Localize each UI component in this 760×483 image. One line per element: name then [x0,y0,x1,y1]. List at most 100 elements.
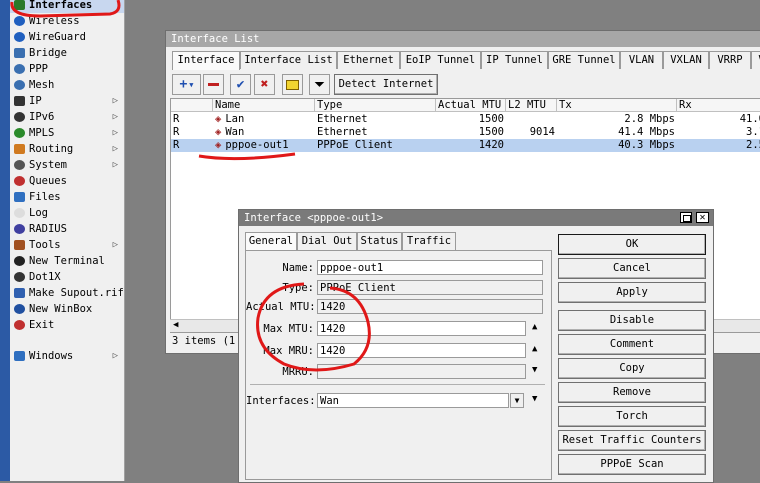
comment-button[interactable] [282,74,303,95]
menu-item-make-supout-rif[interactable]: Make Supout.rif [10,285,124,301]
menu-item-log[interactable]: Log [10,205,124,221]
menu-item-exit[interactable]: Exit [10,317,124,333]
submenu-arrow-icon: ▷ [112,128,118,138]
column-header[interactable]: Name [213,99,315,112]
menu-item-windows[interactable]: Windows ▷ [10,348,124,364]
cancel-button[interactable]: Cancel [558,258,706,279]
row-name-cell: ◈ Wan [213,126,315,139]
menu-item-label: Queues [29,175,67,187]
dialog-tab-status[interactable]: Status [357,232,402,250]
name-field[interactable]: pppoe-out1 [317,260,543,275]
menu-item-new-terminal[interactable]: New Terminal [10,253,124,269]
system-icon [14,160,25,170]
menu-item-label: System [29,159,67,171]
menu-item-label: Routing [29,143,74,155]
disable-button[interactable]: ✖ [254,74,275,95]
menu-item-label: Dot1X [29,271,61,283]
copy-button[interactable]: Copy [558,358,706,379]
row-rx: 3.1 [746,126,760,138]
dialog-tab-general[interactable]: General [245,232,297,251]
submenu-arrow-icon: ▷ [112,160,118,170]
column-header[interactable]: Tx [557,99,677,112]
menu-item-routing[interactable]: Routing ▷ [10,141,124,157]
add-button[interactable]: + ▼ [172,74,201,95]
menu-item-wireguard[interactable]: WireGuard [10,29,124,45]
menu-item-new-winbox[interactable]: New WinBox [10,301,124,317]
remove-button[interactable] [203,74,224,95]
interfaces-dropdown-button[interactable]: ▼ [510,393,524,408]
tab-eoip-tunnel[interactable]: EoIP Tunnel [400,51,481,69]
filter-button[interactable]: ⏷ [309,74,330,95]
annotation-underline-row [198,152,296,161]
menu-item-mpls[interactable]: MPLS ▷ [10,125,124,141]
cross-icon: ✖ [260,77,269,92]
column-header[interactable]: L2 MTU [506,99,557,112]
tab-ip-tunnel[interactable]: IP Tunnel [481,51,548,69]
apply-button[interactable]: Apply [558,282,706,303]
submenu-arrow-icon: ▷ [112,112,118,122]
table-row[interactable]: R◈LanEthernet15002.8 Mbps41.0 [171,113,760,126]
dialog-tab-traffic[interactable]: Traffic [402,232,456,250]
row-actual-mtu: 1500 [478,113,504,125]
row-name-cell: ◈ Lan [213,113,315,126]
mrru-expand-icon[interactable]: ▼ [532,365,537,375]
enable-button[interactable]: ✔ [230,74,251,95]
menu-item-files[interactable]: Files [10,189,124,205]
max-mru-collapse-icon[interactable]: ▲ [532,344,537,354]
row-type: Ethernet [317,113,368,125]
menu-item-bridge[interactable]: Bridge [10,45,124,61]
pppoe-scan-button[interactable]: PPPoE Scan [558,454,706,475]
tab-vlan[interactable]: VLAN [620,51,663,69]
menu-item-label: New Terminal [29,255,105,267]
menu-item-mesh[interactable]: Mesh [10,77,124,93]
row-l2-mtu [506,113,557,126]
detect-internet-button[interactable]: Detect Internet [334,74,438,95]
close-button[interactable]: ✕ [696,212,709,223]
row-type: PPPoE Client [317,139,393,151]
note-icon [286,79,299,90]
interfaces-expand-icon[interactable]: ▼ [532,394,537,404]
tab-vrrp[interactable]: VRRP [709,51,751,69]
tab-interface[interactable]: Interface [172,51,240,70]
tab-ethernet[interactable]: Ethernet [337,51,400,69]
dialog-tab-dial-out[interactable]: Dial Out [297,232,357,250]
scroll-left-icon[interactable]: ◀ [173,320,178,330]
interfaces-field[interactable]: Wan [317,393,509,408]
log-icon [14,208,25,218]
max-mtu-collapse-icon[interactable]: ▲ [532,322,537,332]
tab-gre-tunnel[interactable]: GRE Tunnel [548,51,620,69]
tab-interface-list[interactable]: Interface List [240,51,337,69]
menu-item-label: Tools [29,239,61,251]
menu-item-tools[interactable]: Tools ▷ [10,237,124,253]
column-header[interactable] [171,99,213,112]
column-header[interactable]: Type [315,99,436,112]
remove-button[interactable]: Remove [558,382,706,403]
menu-item-ppp[interactable]: PPP [10,61,124,77]
column-header[interactable]: Actual MTU [436,99,506,112]
row-type: Ethernet [317,126,368,138]
column-header[interactable]: Rx [677,99,760,112]
submenu-arrow-icon: ▷ [112,144,118,154]
interface-list-tabs: Interface Interface List Ethernet EoIP Tunn… [170,51,760,70]
menu-item-ipv6[interactable]: IPv6 ▷ [10,109,124,125]
maximize-button[interactable] [680,212,692,223]
row-name: Lan [225,113,245,125]
row-rx: 2.5 [746,139,760,151]
menu-item-ip[interactable]: IP ▷ [10,93,124,109]
menu-item-system[interactable]: System ▷ [10,157,124,173]
menu-item-queues[interactable]: Queues [10,173,124,189]
reset-traffic-counters-button[interactable]: Reset Traffic Counters [558,430,706,451]
table-row[interactable]: R◈WanEthernet1500901441.4 Mbps3.1 [171,126,760,139]
submenu-arrow-icon: ▷ [112,351,118,361]
ok-button[interactable]: OK [558,234,706,255]
minus-icon [208,83,219,86]
comment-button[interactable]: Comment [558,334,706,355]
submenu-arrow-icon: ▷ [112,96,118,106]
tab-veth[interactable]: VETH [751,51,760,69]
row-tx: 40.3 Mbps [618,139,675,151]
tab-vxlan[interactable]: VXLAN [663,51,709,69]
menu-item-radius[interactable]: RADIUS [10,221,124,237]
disable-button[interactable]: Disable [558,310,706,331]
menu-item-dot1x[interactable]: Dot1X [10,269,124,285]
torch-button[interactable]: Torch [558,406,706,427]
